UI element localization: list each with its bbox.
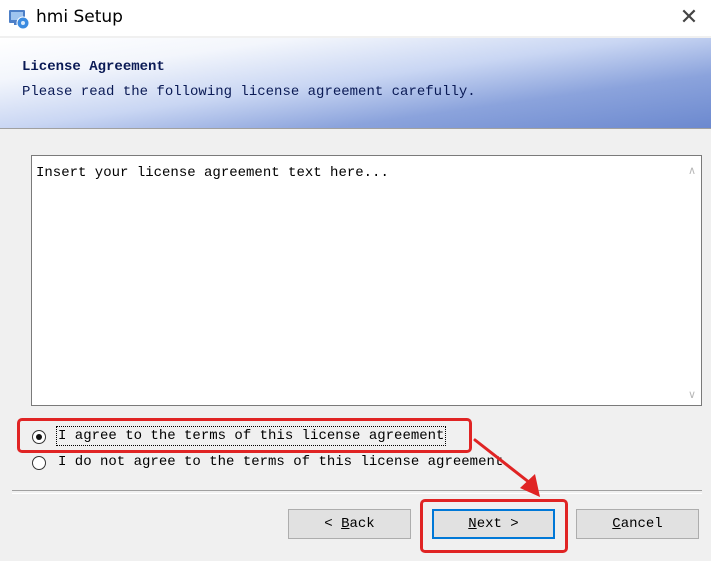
next-suffix: > (501, 516, 519, 532)
license-textarea[interactable]: Insert your license agreement text here.… (31, 155, 702, 406)
chevron-down-icon[interactable]: ∨ (688, 388, 696, 401)
chevron-up-icon[interactable]: ∧ (688, 164, 696, 177)
disagree-radio[interactable] (32, 456, 46, 470)
agree-label[interactable]: I agree to the terms of this license agr… (55, 426, 447, 446)
next-label-rest: ext (476, 516, 502, 532)
radio-selected-dot (36, 434, 42, 440)
header-divider (0, 128, 711, 129)
close-icon: ✕ (679, 5, 699, 30)
disagree-label[interactable]: I do not agree to the terms of this lice… (58, 454, 503, 470)
installer-icon (9, 10, 30, 30)
back-mnemonic: B (341, 516, 350, 532)
agree-radio[interactable] (32, 430, 46, 444)
license-text: Insert your license agreement text here.… (36, 165, 389, 181)
cancel-mnemonic: C (612, 516, 621, 532)
footer-divider (12, 490, 702, 494)
header-banner: License Agreement Please read the follow… (0, 38, 711, 128)
title-bar: hmi Setup ✕ (0, 0, 711, 36)
cancel-label-rest: ancel (620, 516, 663, 532)
next-button[interactable]: Next > (432, 509, 555, 539)
close-button[interactable]: ✕ (667, 0, 711, 36)
cancel-button[interactable]: Cancel (576, 509, 699, 539)
page-title: License Agreement (22, 59, 165, 75)
back-label-rest: ack (349, 516, 375, 532)
window-title: hmi Setup (36, 7, 123, 27)
next-mnemonic: N (468, 516, 477, 532)
back-button[interactable]: < Back (288, 509, 411, 539)
page-subtitle: Please read the following license agreem… (22, 84, 476, 100)
back-prefix: < (324, 516, 342, 532)
